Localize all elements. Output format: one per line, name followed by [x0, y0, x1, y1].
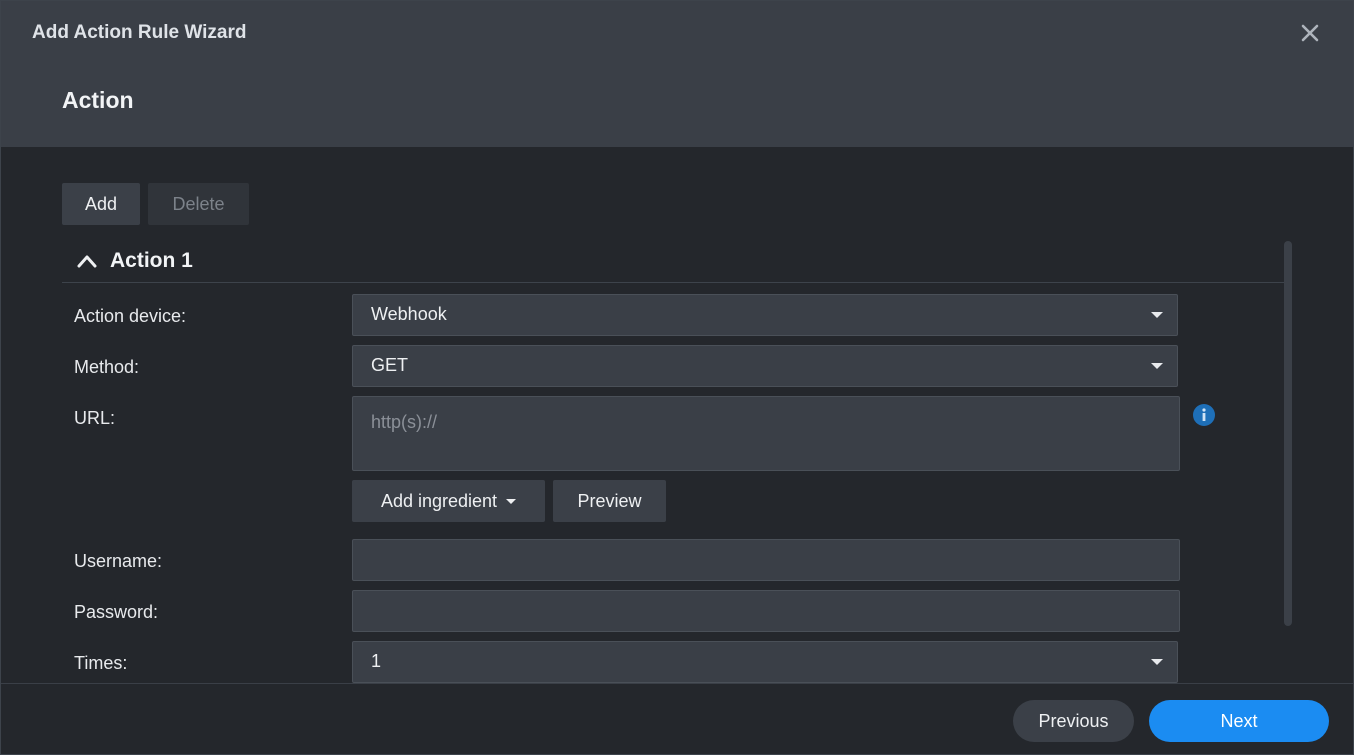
method-value: GET	[371, 355, 409, 375]
add-ingredient-button[interactable]: Add ingredient	[352, 480, 545, 522]
step-title: Action	[62, 87, 134, 113]
times-select[interactable]: 1	[352, 641, 1178, 683]
chevron-down-icon	[1151, 312, 1163, 318]
add-ingredient-label: Add ingredient	[380, 490, 498, 511]
password-input[interactable]	[352, 590, 1180, 632]
url-placeholder: http(s)://	[371, 412, 438, 432]
info-icon[interactable]	[1192, 403, 1216, 427]
chevron-up-icon[interactable]	[76, 252, 98, 275]
close-icon[interactable]	[1298, 21, 1322, 45]
times-value: 1	[371, 651, 382, 671]
times-label: Times:	[74, 653, 128, 673]
dialog-title: Add Action Rule Wizard	[32, 22, 247, 43]
preview-button[interactable]: Preview	[553, 480, 666, 522]
chevron-down-icon	[506, 498, 517, 504]
username-label: Username:	[74, 551, 163, 571]
next-button[interactable]: Next	[1149, 700, 1329, 742]
method-label: Method:	[74, 357, 140, 377]
chevron-down-icon	[1151, 659, 1163, 665]
method-select[interactable]: GET	[352, 345, 1178, 387]
action-device-label: Action device:	[74, 306, 187, 326]
action-device-select[interactable]: Webhook	[352, 294, 1178, 336]
url-textarea[interactable]: http(s)://	[352, 396, 1180, 471]
add-action-rule-wizard-dialog: Add Action Rule Wizard Action Add Delete…	[0, 0, 1354, 755]
add-button[interactable]: Add	[62, 183, 140, 225]
chevron-down-icon	[1151, 363, 1163, 369]
action-panel-header[interactable]: Action 1	[62, 241, 1292, 283]
delete-button[interactable]: Delete	[148, 183, 249, 225]
action-device-value: Webhook	[371, 304, 447, 324]
dialog-footer: Previous Next	[1, 683, 1353, 754]
username-input[interactable]	[352, 539, 1180, 581]
password-label: Password:	[74, 602, 159, 622]
dialog-header: Add Action Rule Wizard Action	[1, 1, 1353, 147]
scrollbar[interactable]	[1284, 241, 1292, 626]
url-label: URL:	[74, 408, 116, 428]
previous-button[interactable]: Previous	[1013, 700, 1134, 742]
action-panel-title: Action 1	[110, 249, 193, 272]
